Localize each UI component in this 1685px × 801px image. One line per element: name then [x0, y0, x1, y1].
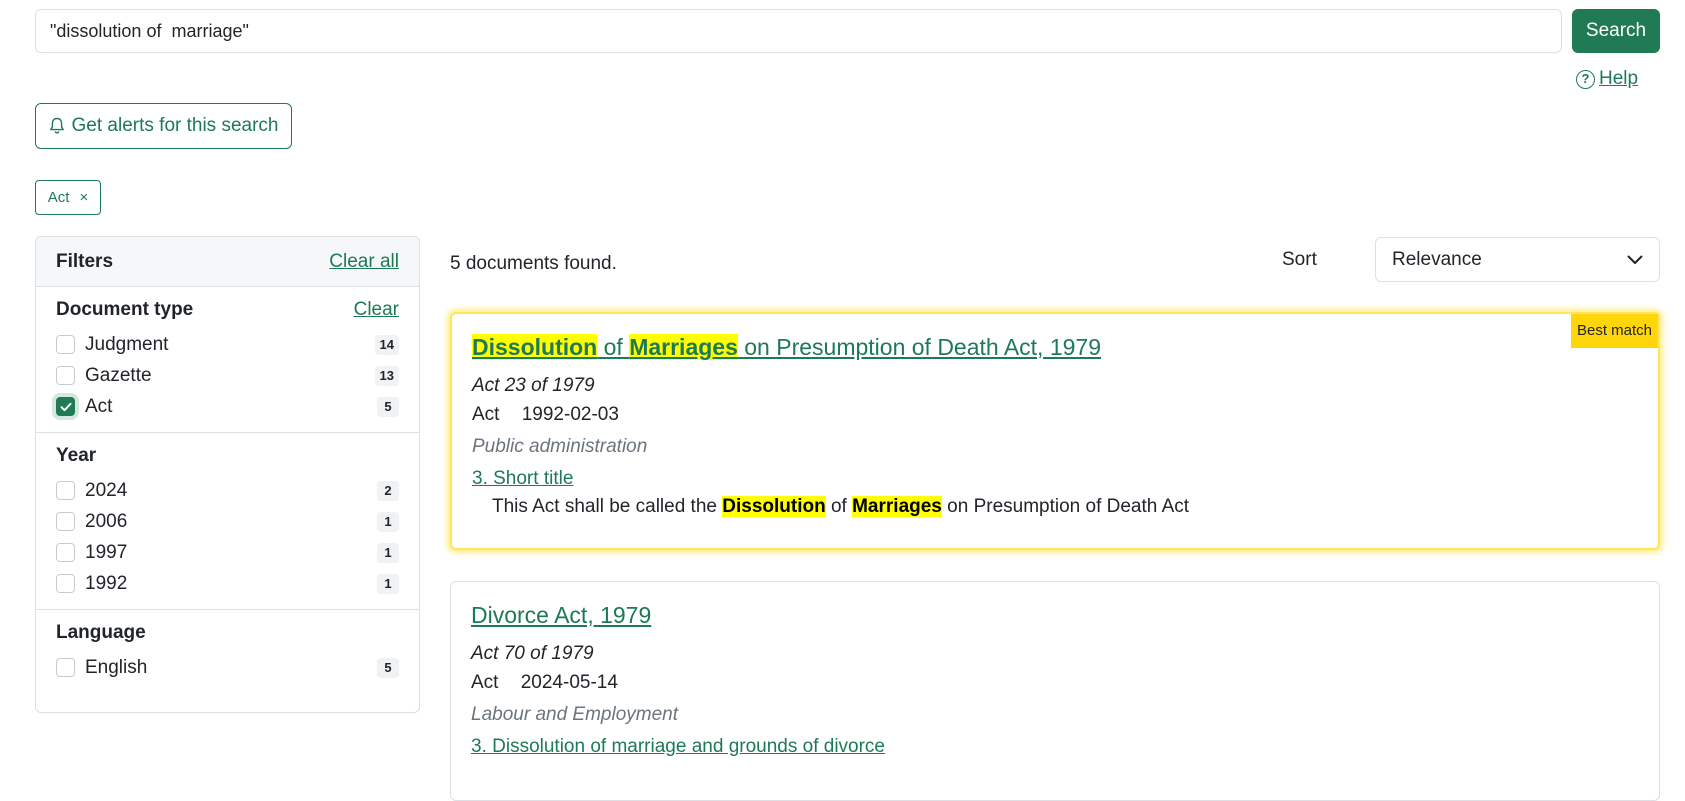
remove-filter-icon[interactable]: ×: [79, 189, 88, 206]
filter-option-act[interactable]: Act 5: [56, 391, 399, 422]
year-title: Year: [56, 445, 97, 466]
year-1992-checkbox[interactable]: [56, 574, 75, 593]
best-match-badge: Best match: [1570, 314, 1658, 348]
result-meta: Act 1992-02-03: [472, 404, 1638, 426]
filter-option-judgment[interactable]: Judgment 14: [56, 329, 399, 360]
filters-title: Filters: [56, 250, 114, 272]
result-card: Divorce Act, 1979 Act 70 of 1979 Act 202…: [450, 581, 1660, 801]
active-filter-label: Act: [47, 189, 70, 206]
count-badge: 5: [377, 657, 399, 678]
count-badge: 1: [377, 573, 399, 594]
result-title-link[interactable]: Divorce Act, 1979: [471, 602, 1639, 629]
result-date: 1992-02-03: [521, 404, 619, 425]
document-type-section: Document type Clear Judgment 14 Gazette …: [36, 287, 419, 433]
filter-option-label: Judgment: [85, 333, 169, 355]
clear-all-link[interactable]: Clear all: [329, 251, 399, 273]
sort-select[interactable]: Relevance: [1375, 237, 1660, 282]
snippet-text: on Presumption of Death Act: [941, 496, 1190, 517]
filters-panel: Filters Clear all Document type Clear Ju…: [35, 236, 420, 713]
result-section-link[interactable]: 3. Dissolution of marriage and grounds o…: [471, 736, 1639, 758]
result-title-link[interactable]: Dissolution of Marriages on Presumption …: [472, 334, 1638, 361]
filters-header: Filters Clear all: [36, 237, 419, 287]
title-highlight: Marriages: [629, 334, 738, 360]
count-badge: 13: [374, 365, 399, 386]
result-meta: Act 2024-05-14: [471, 672, 1639, 694]
judgment-checkbox[interactable]: [56, 335, 75, 354]
clear-document-type-link[interactable]: Clear: [354, 299, 399, 321]
language-title: Language: [56, 622, 146, 643]
count-badge: 5: [377, 396, 399, 417]
bell-icon: [49, 117, 64, 134]
filter-option-label: 1997: [85, 541, 128, 563]
filter-option-2006[interactable]: 2006 1: [56, 506, 399, 537]
title-text: of: [597, 334, 630, 360]
checkmark-icon: [60, 402, 71, 411]
get-alerts-button[interactable]: Get alerts for this search: [35, 103, 292, 149]
result-category: Public administration: [472, 436, 648, 457]
act-checkbox[interactable]: [56, 397, 75, 416]
result-doc-type: Act: [472, 404, 500, 425]
title-highlight: Dissolution: [472, 334, 598, 360]
filter-option-1997[interactable]: 1997 1: [56, 537, 399, 568]
count-badge: 1: [377, 542, 399, 563]
year-section: Year 2024 2 2006 1 1997 1 1992 1: [36, 433, 419, 610]
snippet-highlight: Marriages: [852, 496, 942, 517]
count-badge: 2: [377, 480, 399, 501]
filter-option-label: Act: [85, 395, 113, 417]
filter-option-1992[interactable]: 1992 1: [56, 568, 399, 599]
active-filter-chip-act[interactable]: Act ×: [35, 180, 101, 215]
filter-option-english[interactable]: English 5: [56, 652, 399, 683]
result-card: Best match Dissolution of Marriages on P…: [450, 312, 1660, 550]
filter-option-label: English: [85, 656, 148, 678]
english-checkbox[interactable]: [56, 658, 75, 677]
language-section: Language English 5: [36, 610, 419, 693]
filter-option-label: 1992: [85, 572, 128, 594]
filter-option-label: 2024: [85, 479, 128, 501]
year-2006-checkbox[interactable]: [56, 512, 75, 531]
result-section-link[interactable]: 3. Short title: [472, 468, 1638, 490]
documents-found-count: 5 documents found.: [450, 253, 617, 274]
filter-option-gazette[interactable]: Gazette 13: [56, 360, 399, 391]
snippet-text: of: [825, 496, 853, 517]
result-citation: Act 70 of 1979: [471, 643, 594, 664]
chevron-down-icon: [1627, 255, 1643, 264]
sort-label: Sort: [1282, 249, 1317, 270]
filter-option-label: 2006: [85, 510, 128, 532]
sort-selected-value: Relevance: [1392, 248, 1482, 270]
snippet-highlight: Dissolution: [722, 496, 826, 517]
get-alerts-label: Get alerts for this search: [71, 115, 279, 136]
result-snippet: This Act shall be called the Dissolution…: [472, 496, 1638, 518]
gazette-checkbox[interactable]: [56, 366, 75, 385]
help-link[interactable]: ? Help: [1576, 68, 1638, 90]
count-badge: 1: [377, 511, 399, 532]
count-badge: 14: [374, 334, 399, 355]
result-citation: Act 23 of 1979: [472, 375, 595, 396]
year-2024-checkbox[interactable]: [56, 481, 75, 500]
question-circle-icon: ?: [1576, 69, 1595, 89]
search-input[interactable]: [35, 9, 1562, 53]
result-date: 2024-05-14: [520, 672, 618, 693]
year-1997-checkbox[interactable]: [56, 543, 75, 562]
snippet-text: This Act shall be called the: [492, 496, 723, 517]
title-text: on Presumption of Death Act, 1979: [737, 334, 1101, 360]
result-doc-type: Act: [471, 672, 499, 693]
search-button[interactable]: Search: [1572, 9, 1660, 53]
filter-option-2024[interactable]: 2024 2: [56, 475, 399, 506]
filter-option-label: Gazette: [85, 364, 152, 386]
document-type-title: Document type: [56, 299, 194, 320]
help-label: Help: [1599, 68, 1639, 89]
result-category: Labour and Employment: [471, 704, 679, 725]
